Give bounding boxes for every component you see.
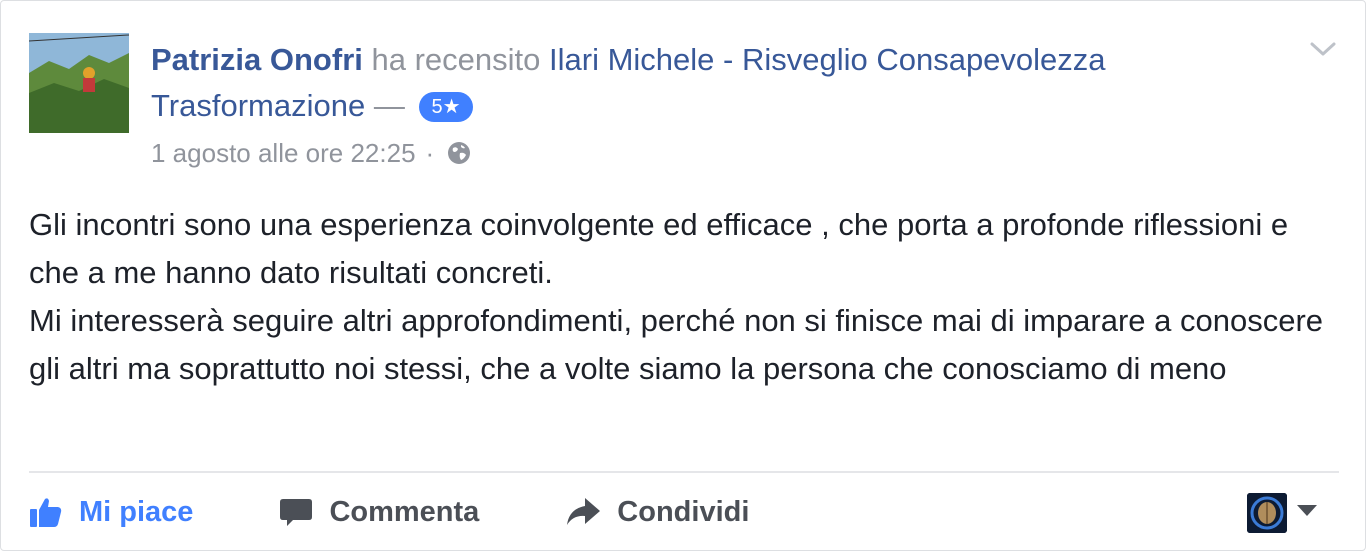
share-button[interactable]: Condividi	[565, 495, 749, 529]
caret-down-icon	[1297, 504, 1317, 522]
comment-button[interactable]: Comment­a	[279, 495, 479, 529]
header-dash: —	[373, 88, 405, 123]
meta-separator: ·	[425, 138, 435, 168]
globe-icon[interactable]	[446, 140, 472, 166]
review-paragraph: Gli incontri sono una esperienza coinvol…	[29, 207, 1289, 290]
review-header: Patrizia Onofri ha recensito Ilari Miche…	[151, 37, 1281, 129]
author-avatar-image	[29, 33, 129, 133]
author-name-link[interactable]: Patrizia Onofri	[151, 42, 363, 77]
speech-bubble-icon	[280, 499, 313, 526]
post-meta: 1 agosto alle ore 22:25 ·	[151, 135, 472, 171]
page-avatar	[1247, 493, 1287, 533]
like-label: Mi piace	[79, 495, 194, 528]
author-avatar[interactable]	[29, 33, 129, 133]
review-verb: ha recensito	[371, 42, 541, 77]
post-as-selector[interactable]	[1247, 493, 1317, 533]
thumbs-up-icon	[30, 498, 62, 527]
post-timestamp[interactable]: 1 agosto alle ore 22:25	[151, 135, 416, 171]
share-arrow-icon	[567, 498, 601, 525]
rating-badge: 5★	[419, 92, 473, 122]
share-label: Condividi	[617, 495, 750, 528]
review-paragraph: Mi interesserà seguire altri approfondim…	[29, 303, 1324, 386]
review-body: Gli incontri sono una esperienza coinvol…	[29, 201, 1339, 393]
review-post-card: Patrizia Onofri ha recensito Ilari Miche…	[0, 0, 1366, 551]
comment-label: Comment­a	[329, 495, 480, 528]
chevron-down-icon[interactable]	[1309, 39, 1337, 59]
like-button[interactable]: Mi piace	[29, 495, 193, 529]
actions-divider	[29, 471, 1339, 473]
post-actions-bar: Mi piace Comment­a Condividi	[29, 479, 835, 545]
